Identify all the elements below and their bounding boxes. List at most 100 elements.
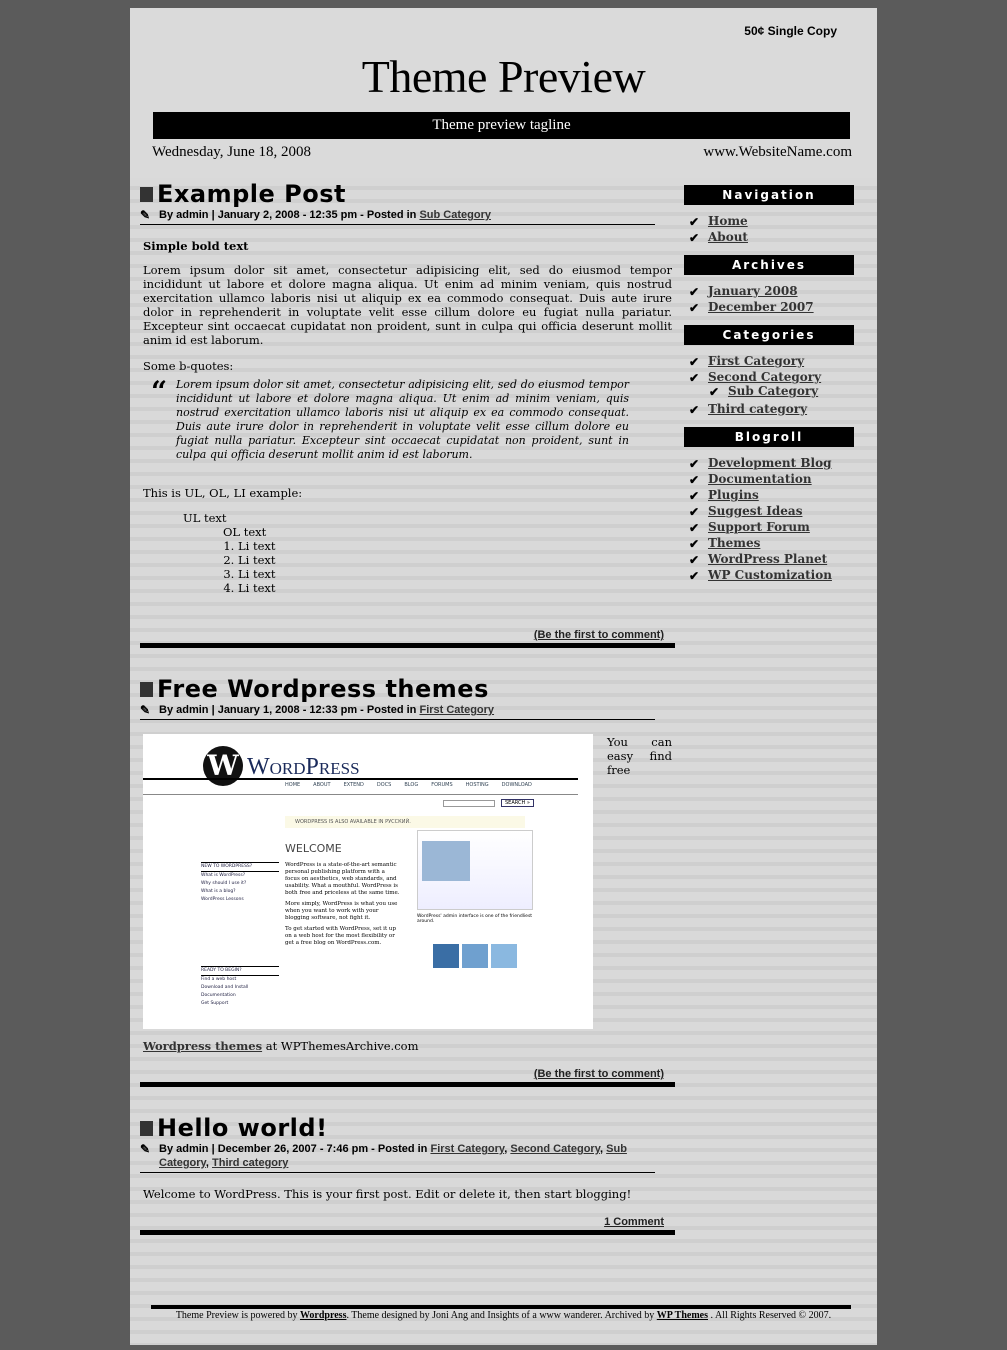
post-title[interactable]: Hello world!: [140, 1114, 675, 1142]
comment-link[interactable]: (Be the first to comment): [430, 629, 664, 641]
bold-text: Simple bold text: [143, 239, 249, 253]
link-suffix: at WPThemesArchive.com: [265, 1039, 419, 1053]
comment-link[interactable]: (Be the first to comment): [430, 1068, 664, 1080]
category-link[interactable]: Second Category: [510, 1143, 600, 1155]
post-hello-world: Hello world! ✎ By admin | December 26, 20…: [140, 1114, 675, 1201]
sidebar-item-third-category[interactable]: ✔ Third category: [684, 402, 854, 418]
footer-text: . Theme designed by Joni Ang and Insight…: [346, 1310, 655, 1321]
checkmark-icon: ✔: [689, 457, 700, 471]
checkmark-icon: ✔: [689, 355, 700, 369]
checkmark-icon: ✔: [689, 473, 700, 487]
list-item: Li text: [238, 539, 672, 553]
category-link[interactable]: Third category: [212, 1157, 288, 1169]
price-label: 50¢ Single Copy: [744, 24, 837, 38]
checkmark-icon: ✔: [689, 521, 700, 535]
wordpress-logo-icon: W: [203, 746, 243, 786]
sidebar-item-themes[interactable]: ✔ Themes: [684, 536, 854, 552]
comment-link[interactable]: 1 Comment: [430, 1216, 664, 1228]
pencil-icon: ✎: [140, 703, 151, 717]
post-meta: ✎ By admin | December 26, 2007 - 7:46 pm …: [140, 1142, 655, 1173]
footer-text: Theme Preview is powered by: [175, 1310, 298, 1321]
post-divider: [140, 1230, 675, 1235]
post-divider: [140, 643, 675, 648]
meta-text: By admin | December 26, 2007 - 7:46 pm -…: [159, 1143, 428, 1155]
wordpress-themes-link[interactable]: Wordpress themes: [143, 1039, 262, 1053]
sidebar-item-suggest-ideas[interactable]: ✔ Suggest Ideas: [684, 504, 854, 520]
sidebar-item-january-2008[interactable]: ✔ January 2008: [684, 284, 854, 300]
post-title[interactable]: Example Post: [140, 180, 675, 208]
sidebar-heading-navigation: Navigation: [684, 185, 854, 205]
sidebar-item-december-2007[interactable]: ✔ December 2007: [684, 300, 854, 316]
checkmark-icon: ✔: [689, 231, 700, 245]
bquote-label: Some b-quotes:: [143, 359, 234, 373]
wp-logo-text: WordPress: [247, 754, 360, 780]
checkmark-icon: ✔: [689, 537, 700, 551]
sidebar-item-second-category[interactable]: ✔ Second Category: [684, 370, 854, 385]
sidebar-item-first-category[interactable]: ✔ First Category: [684, 354, 854, 370]
quote-icon: “: [151, 375, 168, 408]
list-item: Li text: [238, 553, 672, 567]
sidebar-item-documentation[interactable]: ✔ Documentation: [684, 472, 854, 488]
wp-caption: WordPress' admin interface is one of the…: [417, 914, 533, 924]
pencil-icon: ✎: [140, 1142, 151, 1156]
checkmark-icon: ✔: [709, 385, 720, 399]
newspaper-page: 50¢ Single Copy Theme Preview Theme prev…: [130, 8, 877, 1345]
bullet-square-icon: [140, 681, 153, 697]
bullet-square-icon: [140, 186, 153, 202]
checkmark-icon: ✔: [689, 489, 700, 503]
category-link[interactable]: First Category: [430, 1143, 504, 1155]
wp-search: SEARCH »: [501, 799, 534, 807]
sidebar-item-wp-customization[interactable]: ✔ WP Customization: [684, 568, 854, 584]
wp-ready-box: READY TO BEGIN? Find a web host Download a…: [201, 966, 279, 1008]
post-example: Example Post ✎ By admin | January 2, 2008…: [140, 180, 675, 595]
paragraph: Lorem ipsum dolor sit amet, consectetur …: [143, 263, 672, 347]
sidebar-item-development-blog[interactable]: ✔ Development Blog: [684, 456, 854, 472]
post-link-line: Wordpress themes at WPThemesArchive.com: [143, 1039, 418, 1053]
wp-nav: HOME ABOUT EXTEND DOCS BLOG FORUMS HOSTING DOWN…: [285, 782, 532, 788]
ol-text: OL text: [223, 525, 267, 539]
pencil-icon: ✎: [140, 208, 151, 222]
footer-divider: [151, 1305, 851, 1309]
post-meta: ✎ By admin | January 2, 2008 - 12:35 pm -…: [140, 208, 655, 225]
blockquote: Lorem ipsum dolor sit amet, consectetur …: [176, 378, 629, 461]
list-item: Li text: [238, 567, 672, 581]
post-title-text: Free Wordpress themes: [157, 675, 489, 703]
post-divider: [140, 1082, 675, 1087]
wp-themes-link[interactable]: WP Themes: [657, 1310, 708, 1321]
list-item: Li text: [238, 581, 672, 595]
post-title[interactable]: Free Wordpress themes: [140, 675, 675, 703]
post-title-text: Example Post: [157, 180, 346, 208]
sidebar-item-plugins[interactable]: ✔ Plugins: [684, 488, 854, 504]
category-link[interactable]: Sub Category: [419, 209, 491, 221]
post-title-text: Hello world!: [157, 1114, 328, 1142]
checkmark-icon: ✔: [689, 505, 700, 519]
list-label: This is UL, OL, LI example:: [143, 486, 303, 500]
paragraph: Welcome to WordPress. This is your first…: [143, 1187, 632, 1201]
wp-notice: WORDPRESS IS ALSO AVAILABLE IN РУССКИЙ.: [285, 816, 525, 828]
checkmark-icon: ✔: [689, 553, 700, 567]
sidebar-heading-archives: Archives: [684, 255, 854, 275]
bullet-square-icon: [140, 1120, 153, 1136]
site-title[interactable]: Theme Preview: [130, 50, 877, 103]
sidebar-heading-blogroll: Blogroll: [684, 427, 854, 447]
wp-new-box: NEW TO WORDPRESS? What is WordPress? Why s…: [201, 862, 279, 904]
sidebar-item-home[interactable]: ✔ Home: [684, 214, 854, 230]
wp-welcome: WELCOME: [285, 842, 342, 855]
tagline-bar: Theme preview tagline: [153, 112, 850, 139]
wordpress-screenshot-image: W WordPress HOME ABOUT EXTEND DOCS BLOG FORUM…: [143, 734, 593, 1029]
wordpress-link[interactable]: Wordpress: [300, 1310, 347, 1321]
footer-text: . All Rights Reserved © 2007.: [710, 1310, 832, 1321]
checkmark-icon: ✔: [689, 403, 700, 417]
checkmark-icon: ✔: [689, 215, 700, 229]
current-date: Wednesday, June 18, 2008: [152, 144, 312, 160]
sidebar-item-about[interactable]: ✔ About: [684, 230, 854, 246]
checkmark-icon: ✔: [689, 371, 700, 385]
sidebar-item-support-forum[interactable]: ✔ Support Forum: [684, 520, 854, 536]
category-link[interactable]: First Category: [419, 704, 494, 716]
post-side-text: You can easy find free: [607, 735, 672, 777]
sidebar-item-wordpress-planet[interactable]: ✔ WordPress Planet: [684, 552, 854, 568]
sidebar-item-sub-category[interactable]: ✔ Sub Category: [684, 384, 854, 402]
checkmark-icon: ✔: [689, 301, 700, 315]
checkmark-icon: ✔: [689, 569, 700, 583]
sidebar-heading-categories: Categories: [684, 325, 854, 345]
